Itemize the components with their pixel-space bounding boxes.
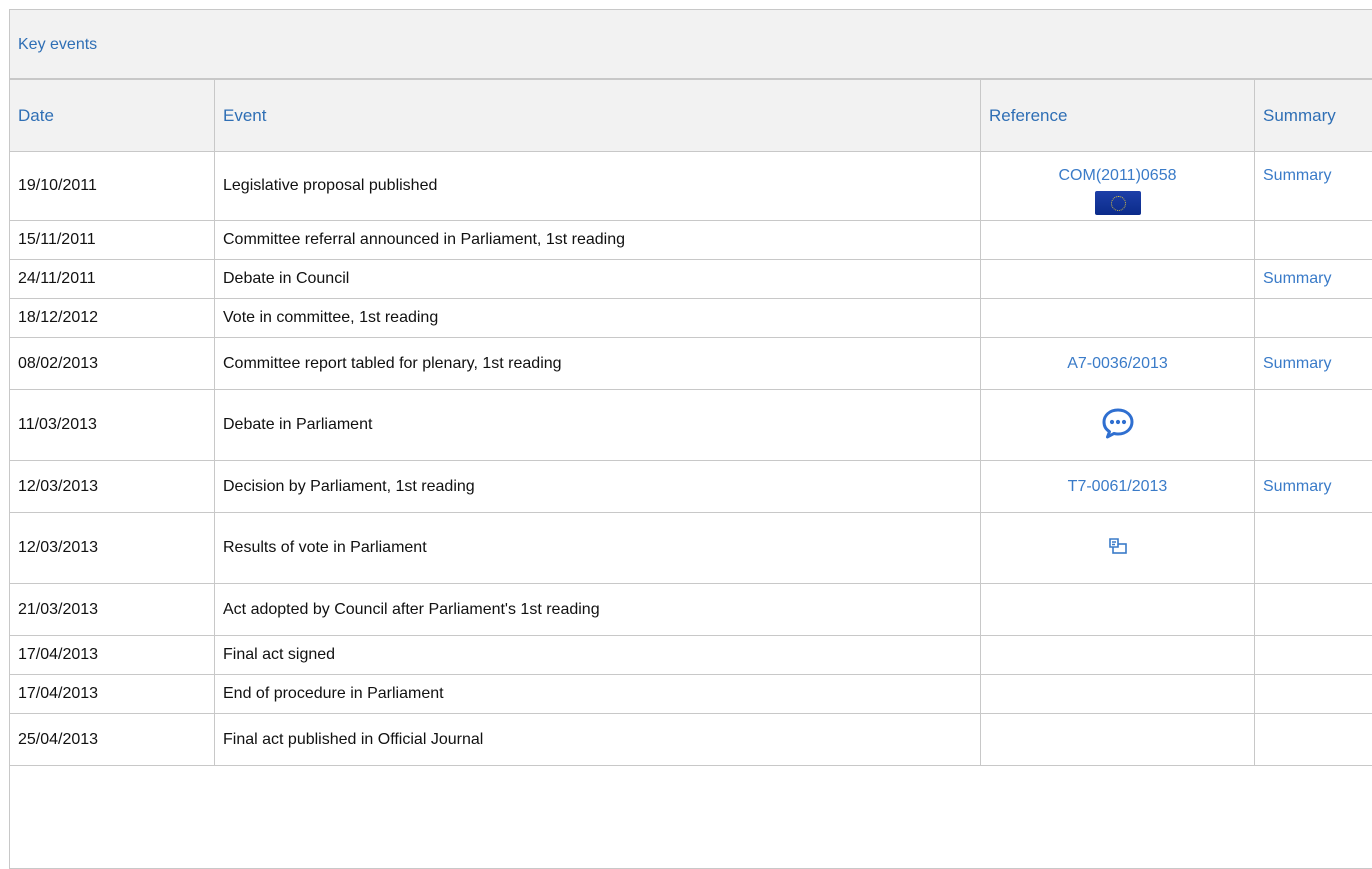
event-summary: Summary [1255,461,1372,513]
event-reference [981,221,1255,260]
table-header-row: Date Event Reference Summary [10,80,1372,152]
event-description: Results of vote in Parliament [215,513,981,584]
table-row: 12/03/2013 Decision by Parliament, 1st r… [10,461,1372,513]
event-date: 21/03/2013 [10,584,215,636]
event-description: Final act signed [215,636,981,675]
table-row: 08/02/2013 Committee report tabled for p… [10,338,1372,390]
event-date: 11/03/2013 [10,390,215,461]
event-summary: Summary [1255,152,1372,221]
event-description: Committee report tabled for plenary, 1st… [215,338,981,390]
column-header-event: Event [215,80,981,152]
reference-link[interactable]: A7-0036/2013 [1067,355,1168,372]
event-summary [1255,513,1372,584]
event-reference [981,390,1255,461]
event-summary: Summary [1255,338,1372,390]
event-description: Debate in Parliament [215,390,981,461]
table-row: 25/04/2013 Final act published in Offici… [10,714,1372,766]
table-row: 21/03/2013 Act adopted by Council after … [10,584,1372,636]
event-date: 24/11/2011 [10,260,215,299]
column-header-reference: Reference [981,80,1255,152]
event-reference [981,513,1255,584]
event-summary [1255,299,1372,338]
summary-link[interactable]: Summary [1263,478,1331,495]
event-date: 15/11/2011 [10,221,215,260]
event-reference [981,714,1255,766]
event-reference [981,260,1255,299]
event-reference [981,675,1255,714]
table-row: 12/03/2013 Results of vote in Parliament [10,513,1372,584]
event-date: 19/10/2011 [10,152,215,221]
event-reference [981,636,1255,675]
event-summary [1255,714,1372,766]
event-reference: COM(2011)0658 [981,152,1255,221]
event-summary: Summary [1255,260,1372,299]
event-summary [1255,675,1372,714]
event-description: Decision by Parliament, 1st reading [215,461,981,513]
summary-link[interactable]: Summary [1263,355,1331,372]
event-description: Debate in Council [215,260,981,299]
event-reference: T7-0061/2013 [981,461,1255,513]
table-row: 24/11/2011 Debate in Council Summary [10,260,1372,299]
reference-link[interactable]: COM(2011)0658 [989,167,1246,185]
event-description: Vote in committee, 1st reading [215,299,981,338]
event-reference: A7-0036/2013 [981,338,1255,390]
event-reference [981,299,1255,338]
vote-results-icon[interactable] [1107,535,1129,557]
event-date: 17/04/2013 [10,636,215,675]
reference-link[interactable]: T7-0061/2013 [1068,478,1168,495]
column-header-summary: Summary [1255,80,1372,152]
event-date: 12/03/2013 [10,513,215,584]
table-row: 17/04/2013 End of procedure in Parliamen… [10,675,1372,714]
panel-title: Key events [10,10,1372,79]
event-description: Final act published in Official Journal [215,714,981,766]
table-row: 17/04/2013 Final act signed [10,636,1372,675]
event-summary [1255,636,1372,675]
key-events-panel: Key events Date Event Reference Summary … [9,9,1372,869]
event-date: 25/04/2013 [10,714,215,766]
speech-bubble-icon[interactable] [1101,407,1135,439]
event-summary [1255,221,1372,260]
event-date: 18/12/2012 [10,299,215,338]
table-row: 15/11/2011 Committee referral announced … [10,221,1372,260]
event-description: Committee referral announced in Parliame… [215,221,981,260]
summary-link[interactable]: Summary [1263,167,1331,184]
event-description: Act adopted by Council after Parliament'… [215,584,981,636]
summary-link[interactable]: Summary [1263,270,1331,287]
table-row: 18/12/2012 Vote in committee, 1st readin… [10,299,1372,338]
table-row: 19/10/2011 Legislative proposal publishe… [10,152,1372,221]
eu-flag-icon[interactable] [1095,191,1141,215]
event-date: 08/02/2013 [10,338,215,390]
event-date: 12/03/2013 [10,461,215,513]
event-description: Legislative proposal published [215,152,981,221]
column-header-date: Date [10,80,215,152]
event-summary [1255,584,1372,636]
event-summary [1255,390,1372,461]
event-reference [981,584,1255,636]
key-events-table: Date Event Reference Summary 19/10/2011 … [9,79,1372,766]
table-row: 11/03/2013 Debate in Parliament [10,390,1372,461]
event-date: 17/04/2013 [10,675,215,714]
event-description: End of procedure in Parliament [215,675,981,714]
